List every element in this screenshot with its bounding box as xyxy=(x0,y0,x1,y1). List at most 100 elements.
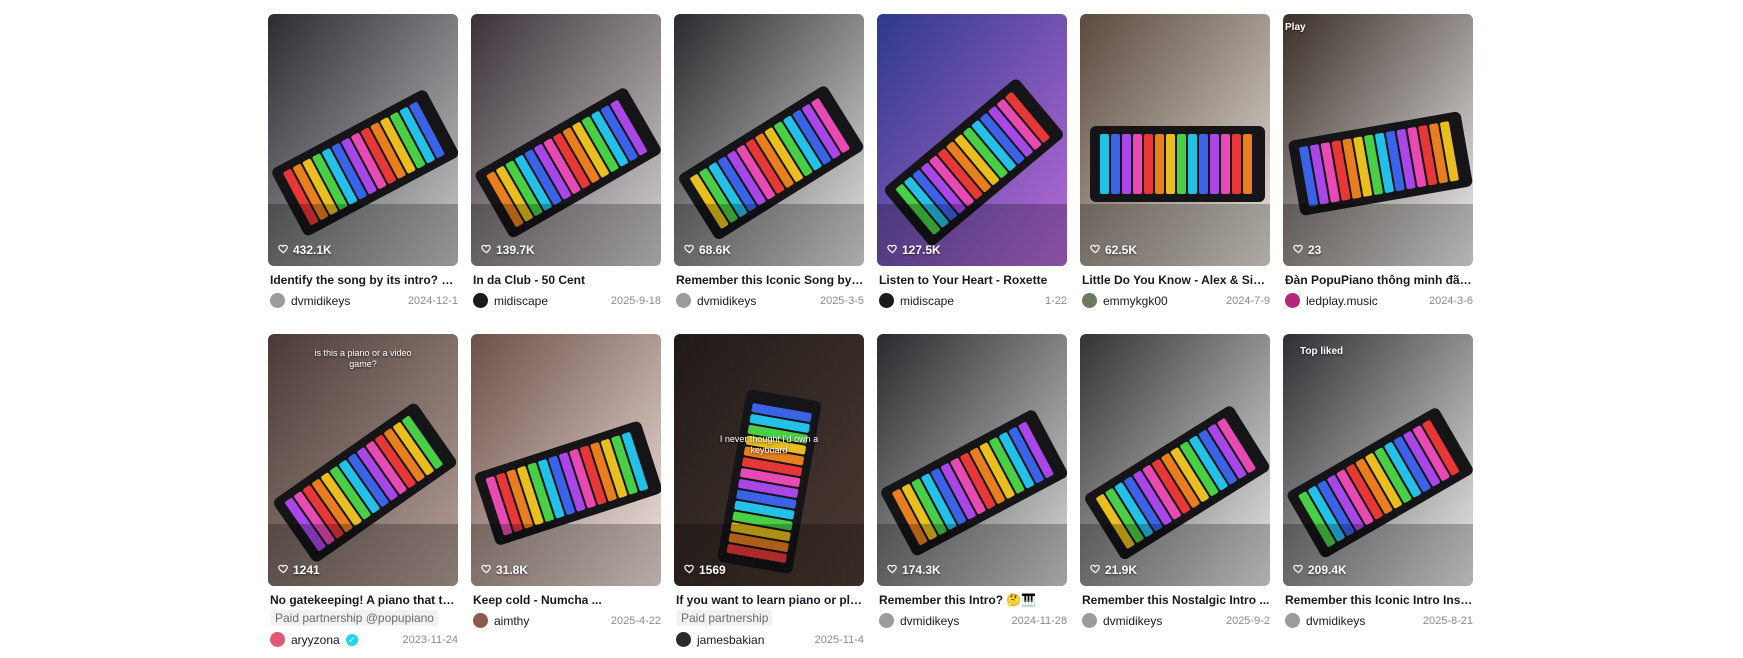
author-link[interactable]: ledplay.music xyxy=(1285,293,1378,308)
avatar[interactable] xyxy=(676,632,691,647)
author-name[interactable]: midiscape xyxy=(900,294,954,308)
author-name[interactable]: midiscape xyxy=(494,294,548,308)
video-thumbnail[interactable]: is this a piano or a video game? 1241 xyxy=(268,334,458,586)
avatar[interactable] xyxy=(1285,293,1300,308)
video-thumbnail[interactable]: Play 23 xyxy=(1283,14,1473,266)
author-link[interactable]: dvmidikeys xyxy=(879,613,959,628)
post-date: 2025-3-5 xyxy=(819,294,864,307)
avatar[interactable] xyxy=(473,293,488,308)
video-title[interactable]: Listen to Your Heart - Roxette xyxy=(877,273,1067,288)
author-link[interactable]: dvmidikeys xyxy=(1285,613,1365,628)
author-link[interactable]: aryyzona ✓ xyxy=(270,632,358,647)
author-name[interactable]: dvmidikeys xyxy=(291,294,350,308)
author-name[interactable]: dvmidikeys xyxy=(900,614,959,628)
author-link[interactable]: aimthy xyxy=(473,613,529,628)
video-card[interactable]: 174.3K Remember this Intro? 🤔🎹 dvmidikey… xyxy=(877,334,1067,654)
video-card[interactable]: I never thought I'd own a keyboard 1569 … xyxy=(674,334,864,654)
video-title[interactable]: No gatekeeping! A piano that te... xyxy=(268,593,458,608)
video-card[interactable]: 21.9K Remember this Nostalgic Intro ... … xyxy=(1080,334,1270,654)
author-name[interactable]: aryyzona xyxy=(291,633,340,647)
video-meta: dvmidikeys 2025-9-2 xyxy=(1080,613,1270,628)
avatar[interactable] xyxy=(1082,613,1097,628)
video-title[interactable]: Remember this Intro? 🤔🎹 xyxy=(877,593,1067,608)
avatar[interactable] xyxy=(879,613,894,628)
author-name[interactable]: ledplay.music xyxy=(1306,294,1378,308)
video-card[interactable]: 139.7K In da Club - 50 Cent midiscape 20… xyxy=(471,14,661,334)
video-title[interactable]: Identify the song by its intro? 🤔 ... xyxy=(268,273,458,288)
author-name[interactable]: jamesbakian xyxy=(697,633,764,647)
author-link[interactable]: dvmidikeys xyxy=(1082,613,1162,628)
like-count: 209.4K xyxy=(1293,563,1347,577)
paid-partnership-label: Paid partnership @popupiano xyxy=(271,610,438,626)
video-card[interactable]: 31.8K Keep cold - Numcha ... aimthy 2025… xyxy=(471,334,661,654)
video-thumbnail[interactable]: 432.1K xyxy=(268,14,458,266)
video-thumbnail[interactable]: 174.3K xyxy=(877,334,1067,586)
video-card[interactable]: Top liked 209.4K Remember this Iconic In… xyxy=(1283,334,1473,654)
like-count-value: 21.9K xyxy=(1105,563,1138,577)
avatar[interactable] xyxy=(879,293,894,308)
video-meta: jamesbakian 2025-11-4 xyxy=(674,632,864,647)
video-title[interactable]: Remember this Iconic Song by Y... xyxy=(674,273,864,288)
author-link[interactable]: emmykgk00 xyxy=(1082,293,1168,308)
like-count-value: 127.5K xyxy=(902,243,941,257)
avatar[interactable] xyxy=(270,293,285,308)
author-link[interactable]: dvmidikeys xyxy=(270,293,350,308)
thumbnail-image xyxy=(674,334,864,586)
video-title[interactable]: In da Club - 50 Cent xyxy=(471,273,661,288)
video-title[interactable]: Keep cold - Numcha ... xyxy=(471,593,661,608)
video-thumbnail[interactable]: 68.6K xyxy=(674,14,864,266)
post-date: 2025-8-21 xyxy=(1422,614,1473,627)
avatar[interactable] xyxy=(676,293,691,308)
like-count: 139.7K xyxy=(481,243,535,257)
video-card[interactable]: 68.6K Remember this Iconic Song by Y... … xyxy=(674,14,864,334)
avatar[interactable] xyxy=(473,613,488,628)
video-card[interactable]: 127.5K Listen to Your Heart - Roxette mi… xyxy=(877,14,1067,334)
video-title[interactable]: Đàn PopuPiano thông minh đã d... xyxy=(1283,273,1473,288)
post-date: 1-22 xyxy=(1044,294,1067,307)
avatar[interactable] xyxy=(1082,293,1097,308)
author-name[interactable]: dvmidikeys xyxy=(1103,614,1162,628)
video-thumbnail[interactable]: 31.8K xyxy=(471,334,661,586)
video-card[interactable]: 432.1K Identify the song by its intro? 🤔… xyxy=(268,14,458,334)
like-count: 21.9K xyxy=(1090,563,1137,577)
author-name[interactable]: dvmidikeys xyxy=(1306,614,1365,628)
author-link[interactable]: midiscape xyxy=(473,293,548,308)
author-name[interactable]: dvmidikeys xyxy=(697,294,756,308)
post-date: 2024-11-28 xyxy=(1011,614,1067,627)
video-title[interactable]: If you want to learn piano or play... xyxy=(674,593,864,608)
thumbnail-image xyxy=(1080,334,1270,586)
video-thumbnail[interactable]: 62.5K xyxy=(1080,14,1270,266)
heart-icon xyxy=(481,243,492,257)
video-card[interactable]: is this a piano or a video game? 1241 No… xyxy=(268,334,458,654)
post-date: 2025-9-18 xyxy=(610,294,661,307)
verified-icon: ✓ xyxy=(345,633,358,646)
video-card[interactable]: 62.5K Little Do You Know - Alex & Sierr.… xyxy=(1080,14,1270,334)
video-title[interactable]: Little Do You Know - Alex & Sierr... xyxy=(1080,273,1270,288)
video-thumbnail[interactable]: 127.5K xyxy=(877,14,1067,266)
author-link[interactable]: midiscape xyxy=(879,293,954,308)
video-title[interactable]: Remember this Nostalgic Intro ... xyxy=(1080,593,1270,608)
thumbnail-image xyxy=(1283,14,1473,266)
author-link[interactable]: jamesbakian xyxy=(676,632,764,647)
avatar[interactable] xyxy=(1285,613,1300,628)
video-meta: dvmidikeys 2025-8-21 xyxy=(1283,613,1473,628)
thumbnail-image xyxy=(674,14,864,266)
post-date: 2024-3-6 xyxy=(1428,294,1473,307)
heart-icon xyxy=(684,243,695,257)
author-name[interactable]: aimthy xyxy=(494,614,529,628)
video-thumbnail[interactable]: Top liked 209.4K xyxy=(1283,334,1473,586)
like-count-value: 23 xyxy=(1308,243,1322,257)
thumbnail-image xyxy=(471,14,661,266)
thumbnail-image xyxy=(1080,14,1270,266)
author-name[interactable]: emmykgk00 xyxy=(1103,294,1168,308)
thumbnail-overlay-text: I never thought I'd own a keyboard xyxy=(719,434,819,455)
author-link[interactable]: dvmidikeys xyxy=(676,293,756,308)
like-count: 23 xyxy=(1293,243,1321,257)
avatar[interactable] xyxy=(270,632,285,647)
video-meta: dvmidikeys 2024-11-28 xyxy=(877,613,1067,628)
video-thumbnail[interactable]: 21.9K xyxy=(1080,334,1270,586)
video-thumbnail[interactable]: 139.7K xyxy=(471,14,661,266)
video-thumbnail[interactable]: I never thought I'd own a keyboard 1569 xyxy=(674,334,864,586)
video-title[interactable]: Remember this Iconic Intro Instru... xyxy=(1283,593,1473,608)
video-card[interactable]: Play 23 Đàn PopuPiano thông minh đã d...… xyxy=(1283,14,1473,334)
